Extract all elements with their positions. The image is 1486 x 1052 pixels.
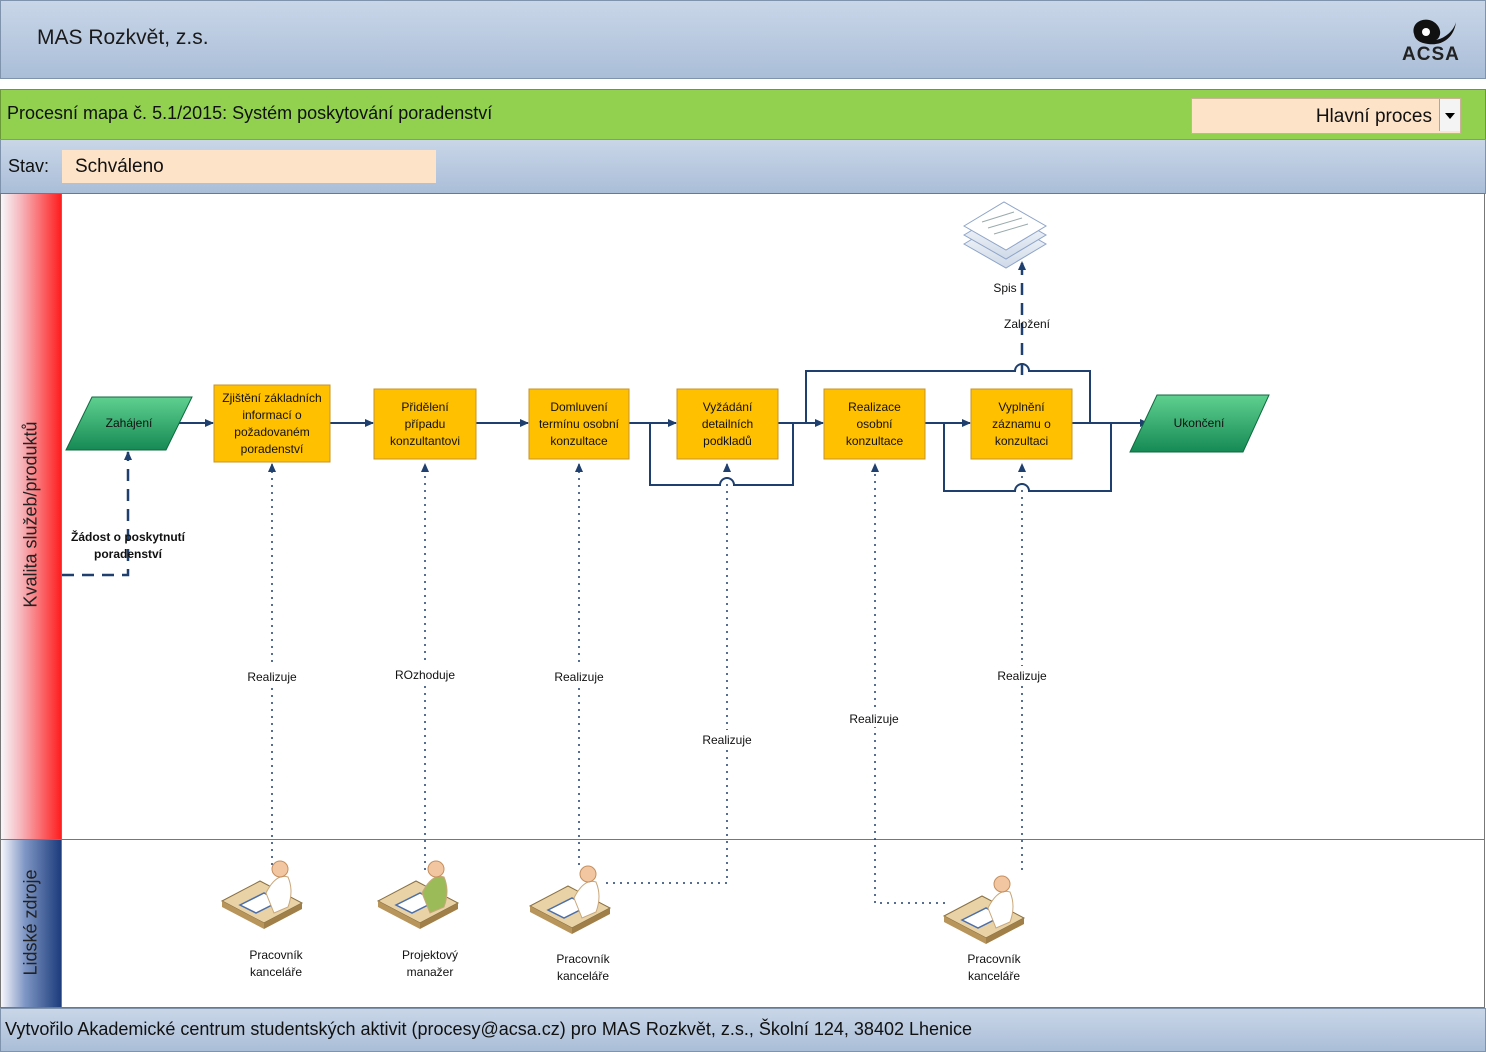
lane-header-hr: Lidské zdroje [0,839,62,1008]
lane-divider [61,839,1484,840]
swimlane-area [61,193,1485,1008]
status-label: Stav: [8,156,50,176]
process-type-select[interactable]: Hlavní proces [1191,98,1461,134]
status-field[interactable]: Schváleno [62,150,436,183]
process-type-value: Hlavní proces [1315,106,1432,127]
logo-text: ACSA [1402,44,1460,65]
footer-text: Vytvořilo Akademické centrum studentskýc… [5,1019,973,1039]
lane-header-quality: Kvalita služeb/produktů [0,193,62,841]
lane-label-quality: Kvalita služeb/produktů [20,421,41,608]
lane-label-hr: Lidské zdroje [20,869,41,976]
chevron-down-icon[interactable] [1439,99,1460,131]
header-bar [0,0,1486,79]
organization-name: MAS Rozkvět, z.s. [37,26,209,49]
status-value: Schváleno [75,156,164,177]
process-map-title: Procesní mapa č. 5.1/2015: Systém poskyt… [7,103,493,123]
